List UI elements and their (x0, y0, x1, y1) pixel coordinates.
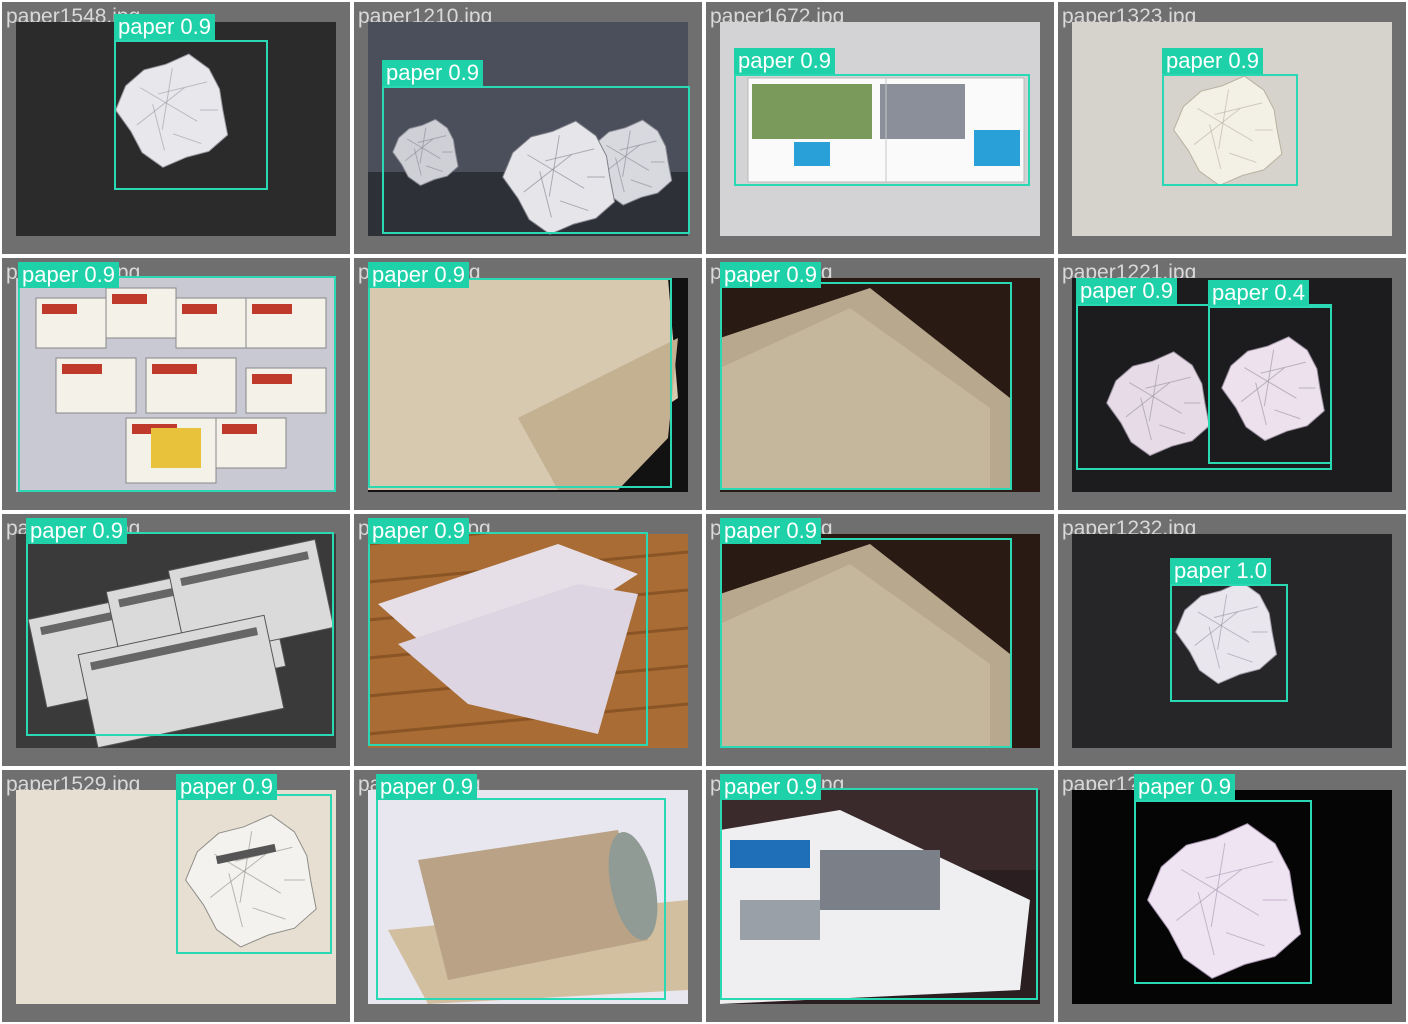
detection-label: paper 0.9 (376, 774, 477, 800)
detection-box: paper 0.9 (1162, 48, 1298, 186)
detection-label: paper 0.9 (368, 262, 469, 288)
detection-label: paper 0.9 (1076, 278, 1177, 304)
result-cell: paper1107.jpgpaper 0.9 (354, 514, 702, 766)
detection-label: paper 0.9 (720, 774, 821, 800)
detection-label: paper 0.9 (114, 14, 215, 40)
detection-label: paper 1.0 (1170, 558, 1271, 584)
detection-box: paper 0.9 (1134, 774, 1312, 984)
detection-label: paper 0.9 (26, 518, 127, 544)
result-cell: paper1??.jpgpaper 0.9 (706, 514, 1054, 766)
result-cell: paper1529.jpg paper 0.9 (2, 770, 350, 1022)
result-cell: paper1548.jpg paper 0.9 (2, 2, 350, 254)
result-cell: paper1281.jpgpaper 0.9 (2, 514, 350, 766)
result-cell: paper1232.jpg paper 1.0 (1058, 514, 1406, 766)
result-cell: paper1210.jpg paper 0.9 (354, 2, 702, 254)
result-cell: paper1??.jpgpaper 0.9 (1058, 770, 1406, 1022)
detection-box: paper 0.9 (368, 518, 648, 746)
result-cell: paper1??.jpgpaper 0.9 (354, 770, 702, 1022)
detection-results-grid: paper1548.jpg paper 0.9 paper1210.jpg paper… (0, 0, 1408, 1024)
result-cell: paper1323.jpg paper 0.9 (1058, 2, 1406, 254)
detection-label: paper 0.9 (368, 518, 469, 544)
detection-box: paper 0.9 (176, 774, 332, 954)
detection-box: paper 1.0 (1170, 558, 1288, 702)
detection-label: paper 0.9 (1134, 774, 1235, 800)
detection-label: paper 0.9 (720, 262, 821, 288)
detection-box: paper 0.9 (114, 14, 268, 190)
result-cell: paper1??.jpgpaper 0.9 (706, 258, 1054, 510)
result-cell: paper1672.jpg paper 0.9 (706, 2, 1054, 254)
result-cell: paper1080.jpgpaper 0.9 (2, 258, 350, 510)
detection-box: paper 0.9 (382, 60, 690, 234)
detection-label: paper 0.9 (176, 774, 277, 800)
detection-box: paper 0.9 (368, 262, 672, 488)
result-cell: paper1??.jpgpaper 0.9 (354, 258, 702, 510)
detection-label: paper 0.9 (734, 48, 835, 74)
detection-label: paper 0.4 (1208, 280, 1309, 306)
detection-box: paper 0.9 (376, 774, 666, 1000)
detection-box: paper 0.9 (720, 262, 1012, 490)
detection-label: paper 0.9 (382, 60, 483, 86)
detection-box: paper 0.9 (734, 48, 1030, 186)
detection-label: paper 0.9 (18, 262, 119, 288)
detection-box: paper 0.9 (720, 518, 1012, 748)
result-cell: paper1221.jpg paper 0.9 paper 0.4 (1058, 258, 1406, 510)
result-cell: paper1030.jpgpaper 0.9 (706, 770, 1054, 1022)
detection-box: paper 0.9 (18, 262, 336, 492)
detection-label: paper 0.9 (1162, 48, 1263, 74)
detection-label: paper 0.9 (720, 518, 821, 544)
detection-box: paper 0.9 (26, 518, 334, 736)
detection-box: paper 0.9 (720, 774, 1038, 1000)
detection-box: paper 0.4 (1208, 280, 1332, 464)
